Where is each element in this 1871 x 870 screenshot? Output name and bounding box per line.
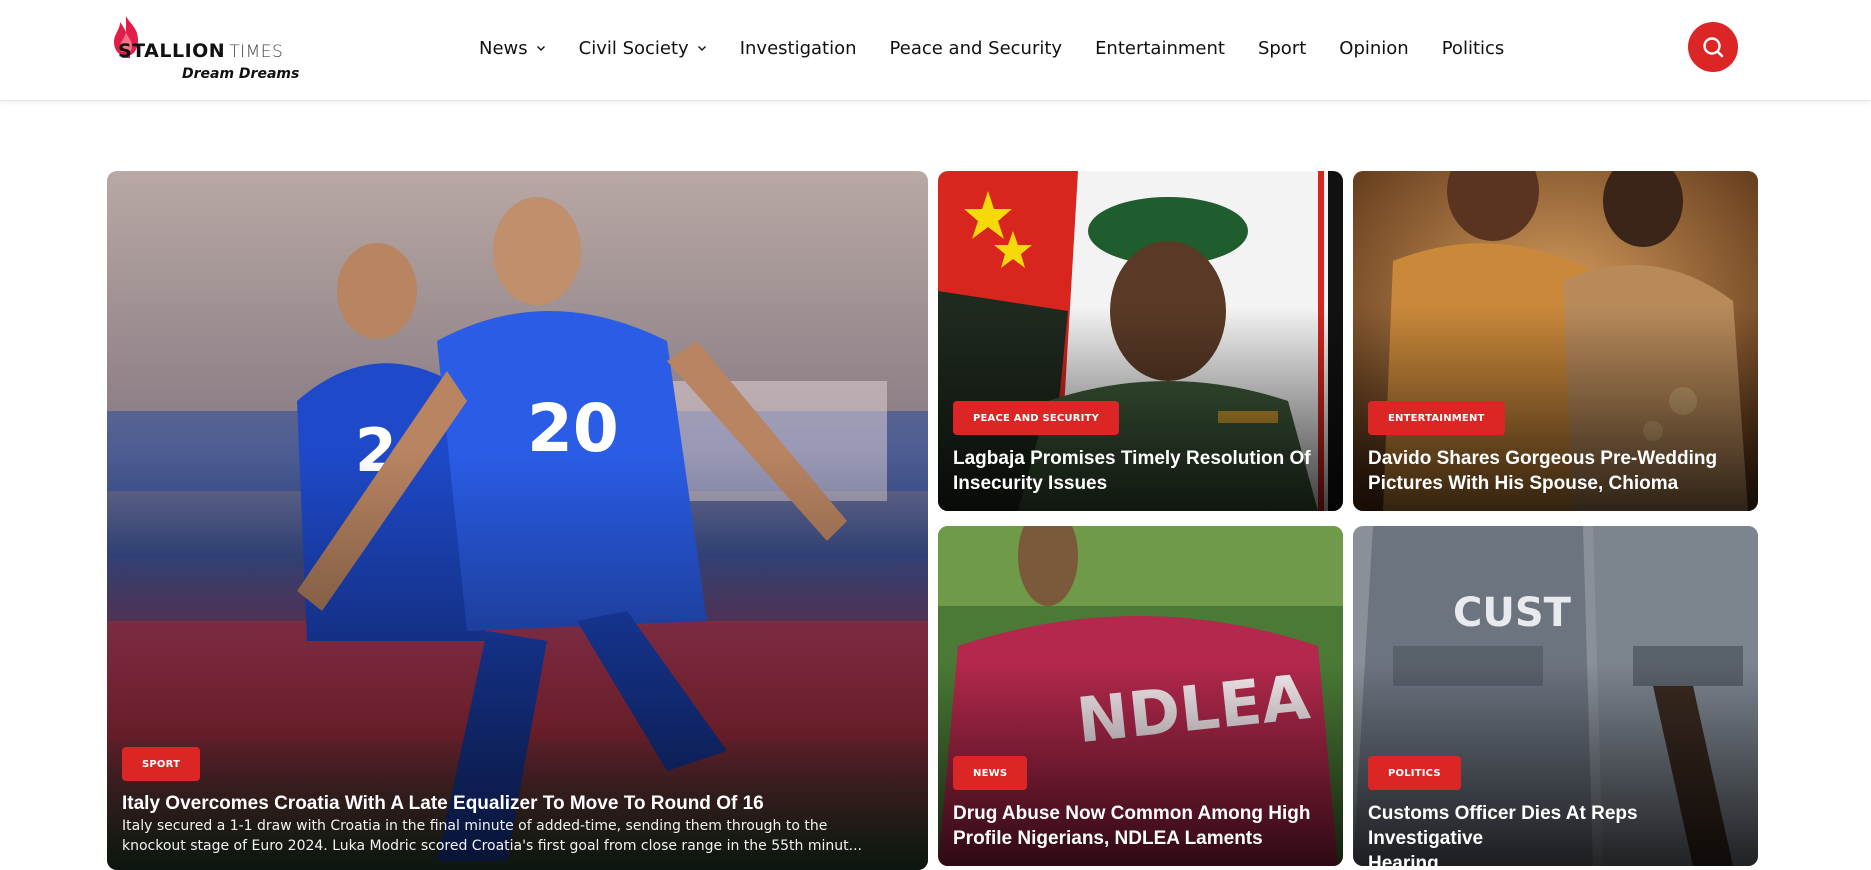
nav-item-label: Peace and Security — [889, 37, 1063, 59]
article-card[interactable]: PEACE AND SECURITY Lagbaja Promises Time… — [938, 171, 1343, 511]
category-badge[interactable]: ENTERTAINMENT — [1368, 401, 1505, 435]
main-nav: News Civil Society Investigation Peace a… — [479, 34, 1504, 62]
nav-item-peace-and-security[interactable]: Peace and Security — [890, 38, 1063, 59]
nav-item-label: Civil Society — [578, 37, 689, 59]
nav-item-label: Investigation — [739, 37, 857, 59]
category-badge[interactable]: POLITICS — [1368, 756, 1461, 790]
title-line: Hearing — [1368, 853, 1439, 866]
title-line: Profile Nigerians, NDLEA Laments — [953, 828, 1263, 849]
search-icon — [1703, 37, 1724, 58]
site-header: STALLION TIMES Dream Dreams News Civil So… — [0, 0, 1871, 101]
nav-item-sport[interactable]: Sport — [1258, 38, 1306, 59]
category-badge[interactable]: PEACE AND SECURITY — [953, 401, 1120, 435]
title-line: Drug Abuse Now Common Among High — [953, 803, 1311, 824]
article-card[interactable]: NDLEA NEWS Drug Abuse Now Common Among H… — [938, 526, 1343, 866]
title-line: Davido Shares Gorgeous Pre-Wedding — [1368, 448, 1718, 469]
chevron-down-icon — [536, 46, 545, 51]
nav-item-investigation[interactable]: Investigation — [740, 38, 857, 59]
nav-item-news[interactable]: News — [479, 38, 546, 59]
brand-tagline: Dream Dreams — [182, 66, 300, 82]
title-line: Customs Officer Dies At Reps Investigati… — [1368, 803, 1638, 849]
title-line: Insecurity Issues — [953, 473, 1108, 494]
search-button[interactable] — [1688, 22, 1738, 72]
brand-wordmark: STALLION TIMES — [118, 40, 283, 62]
featured-article-excerpt: Italy secured a 1-1 draw with Croatia in… — [122, 816, 922, 856]
nav-item-label: Politics — [1441, 37, 1505, 59]
svg-text:CUST: CUST — [1453, 590, 1572, 636]
nav-item-label: News — [479, 37, 528, 59]
nav-item-politics[interactable]: Politics — [1442, 38, 1505, 59]
brand-name-light: TIMES — [229, 42, 284, 62]
nav-item-label: Sport — [1257, 37, 1307, 59]
category-badge[interactable]: SPORT — [122, 747, 201, 781]
title-line: Lagbaja Promises Timely Resolution Of — [953, 448, 1311, 469]
nav-item-civil-society[interactable]: Civil Society — [579, 38, 707, 59]
category-badge[interactable]: NEWS — [953, 756, 1028, 790]
article-card[interactable]: CUST POLITICS Customs Officer Dies At Re… — [1353, 526, 1758, 866]
excerpt-line: knockout stage of Euro 2024. Luka Modric… — [122, 838, 862, 854]
article-card[interactable]: ENTERTAINMENT Davido Shares Gorgeous Pre… — [1353, 171, 1758, 511]
featured-article-title[interactable]: Italy Overcomes Croatia With A Late Equa… — [122, 791, 922, 816]
chevron-down-icon — [697, 46, 706, 51]
title-line: Pictures With His Spouse, Chioma — [1368, 473, 1679, 494]
site-logo[interactable]: STALLION TIMES Dream Dreams — [104, 14, 314, 84]
article-title[interactable]: Drug Abuse Now Common Among High Profile… — [953, 801, 1338, 851]
nav-item-entertainment[interactable]: Entertainment — [1095, 38, 1225, 59]
excerpt-line: Italy secured a 1-1 draw with Croatia in… — [122, 818, 828, 834]
article-title[interactable]: Lagbaja Promises Timely Resolution Of In… — [953, 446, 1338, 496]
featured-article-card[interactable]: 2 20 SPORT Italy Overcomes Croatia With … — [107, 171, 928, 870]
article-title[interactable]: Davido Shares Gorgeous Pre-Wedding Pictu… — [1368, 446, 1753, 496]
nav-item-opinion[interactable]: Opinion — [1339, 38, 1408, 59]
nav-item-label: Entertainment — [1095, 37, 1225, 59]
nav-item-label: Opinion — [1339, 37, 1409, 59]
brand-name-bold: STALLION — [118, 40, 226, 62]
article-title[interactable]: Customs Officer Dies At Reps Investigati… — [1368, 801, 1753, 866]
